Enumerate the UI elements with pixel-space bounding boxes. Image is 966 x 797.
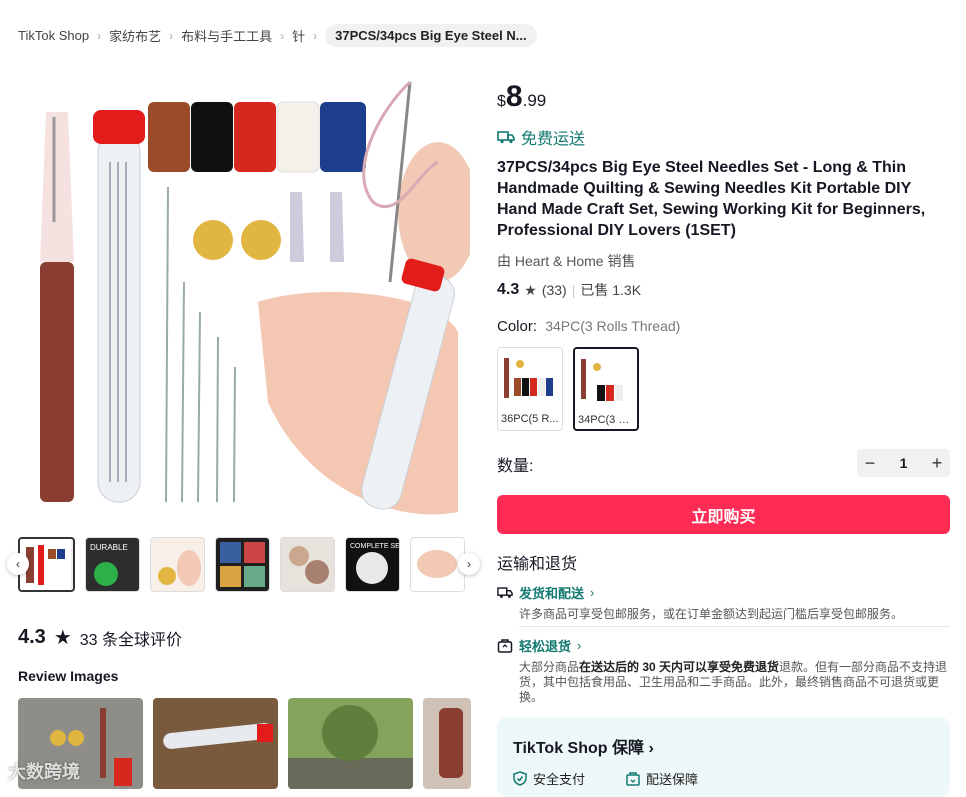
delivery-description: 许多商品可享受包邮服务，或在订单金额达到起运门槛后享受包邮服务。 bbox=[519, 607, 904, 621]
svg-text:DURABLE: DURABLE bbox=[90, 543, 128, 552]
chevron-right-icon: › bbox=[97, 28, 102, 43]
thumbnail[interactable] bbox=[280, 537, 335, 592]
shipping-returns-title: 运输和退货 bbox=[497, 556, 578, 573]
guarantee-item-label: 配送保障 bbox=[646, 772, 699, 787]
chevron-right-icon: › bbox=[590, 585, 595, 600]
delivery-section: 发货和配送 › 许多商品可享受包邮服务，或在订单金额达到起运门槛后享受包邮服务。 bbox=[497, 583, 950, 622]
thumbnail[interactable] bbox=[150, 537, 205, 592]
review-image[interactable] bbox=[153, 698, 278, 789]
package-icon bbox=[626, 771, 640, 786]
quantity-label: 数量: bbox=[497, 458, 534, 475]
guarantee-title: TikTok Shop 保障 › bbox=[513, 734, 654, 758]
quantity-value[interactable]: 1 bbox=[900, 455, 908, 471]
returns-description: 大部分商品在送达后的 30 天内可以享受免费退货退款。但有一部分商品不支持退货，… bbox=[519, 660, 950, 705]
rating-score: 4.3 bbox=[18, 626, 46, 648]
thumbnail[interactable]: DURABLE bbox=[85, 537, 140, 592]
color-label: Color: bbox=[497, 318, 538, 335]
truck-icon bbox=[497, 587, 513, 598]
star-icon: ★ bbox=[53, 627, 72, 649]
chevron-left-icon[interactable]: ‹ bbox=[7, 553, 29, 575]
buy-now-button[interactable]: 立即购买 bbox=[497, 495, 950, 534]
review-images-title: Review Images bbox=[18, 668, 119, 684]
divider: | bbox=[571, 282, 576, 298]
truck-icon bbox=[497, 131, 515, 144]
price-integer: 8 bbox=[505, 80, 523, 113]
product-title: 37PCS/34pcs Big Eye Steel Needles Set - … bbox=[497, 159, 926, 239]
free-shipping-label: 免费运送 bbox=[521, 131, 586, 148]
chevron-right-icon[interactable]: › bbox=[458, 553, 480, 575]
thumbnail-strip: DURABLE COMPLETE SET bbox=[18, 537, 470, 592]
chevron-right-icon: › bbox=[313, 28, 318, 43]
svg-text:COMPLETE SET: COMPLETE SET bbox=[350, 543, 399, 550]
plus-button[interactable]: + bbox=[924, 453, 950, 474]
returns-link[interactable]: 轻松退货 › bbox=[497, 636, 950, 655]
breadcrumb: TikTok Shop › 家纺布艺 › 布料与手工工具 › 针 › 37PCS… bbox=[18, 24, 537, 47]
price-decimal: .99 bbox=[522, 91, 547, 110]
variant-label: 36PC(5 R... bbox=[501, 413, 559, 425]
seller-name[interactable]: 由 Heart & Home 销售 bbox=[497, 251, 635, 271]
guarantee-title-text: TikTok Shop 保障 bbox=[513, 740, 644, 757]
rating-count: (33) bbox=[541, 282, 567, 298]
breadcrumb-current: 37PCS/34pcs Big Eye Steel N... bbox=[325, 24, 537, 47]
review-image[interactable] bbox=[423, 698, 471, 789]
divider bbox=[519, 626, 950, 627]
breadcrumb-item[interactable]: 针 bbox=[292, 26, 305, 45]
delivery-link[interactable]: 发货和配送 › bbox=[497, 583, 950, 602]
star-icon: ★ bbox=[524, 281, 537, 298]
watermark: 大数跨境 bbox=[8, 762, 80, 782]
review-image[interactable] bbox=[288, 698, 413, 789]
color-value: 34PC(3 Rolls Thread) bbox=[545, 318, 681, 334]
price: $ 8 .99 bbox=[497, 80, 546, 114]
returns-section: 轻松退货 › 大部分商品在送达后的 30 天内可以享受免费退货退款。但有一部分商… bbox=[497, 636, 950, 705]
price-currency: $ bbox=[497, 93, 506, 110]
breadcrumb-item[interactable]: TikTok Shop bbox=[18, 28, 89, 43]
main-product-image[interactable] bbox=[18, 72, 470, 524]
review-images bbox=[18, 698, 471, 789]
variant-label: 34PC(3 R... bbox=[578, 414, 636, 426]
shop-guarantee-card[interactable]: TikTok Shop 保障 › 安全支付 配送保障 bbox=[497, 717, 950, 797]
free-shipping: 免费运送 bbox=[497, 125, 585, 149]
chevron-right-icon: › bbox=[280, 28, 285, 43]
returns-desc-bold: 在送达后的 30 天内可以享受免费退货 bbox=[579, 660, 780, 674]
guarantee-item: 安全支付 bbox=[513, 769, 585, 788]
returns-desc-pre: 大部分商品 bbox=[519, 660, 580, 674]
guarantee-item: 配送保障 bbox=[626, 769, 698, 788]
minus-button[interactable]: − bbox=[857, 453, 883, 474]
chevron-right-icon: › bbox=[169, 28, 174, 43]
variant-option[interactable]: 36PC(5 R... bbox=[497, 347, 563, 431]
rating-score: 4.3 bbox=[497, 281, 520, 298]
thumbnail[interactable] bbox=[215, 537, 270, 592]
breadcrumb-item[interactable]: 家纺布艺 bbox=[109, 26, 161, 45]
breadcrumb-item[interactable]: 布料与手工工具 bbox=[181, 26, 272, 45]
review-count: 33 条全球评价 bbox=[79, 631, 182, 649]
chevron-right-icon: › bbox=[577, 638, 582, 653]
variant-option-selected[interactable]: 34PC(3 R... bbox=[573, 347, 639, 431]
rating-summary: 4.3 ★ 33 条全球评价 bbox=[18, 625, 182, 650]
shield-icon bbox=[513, 771, 527, 786]
delivery-heading: 发货和配送 bbox=[519, 586, 585, 601]
color-line: Color: 34PC(3 Rolls Thread) bbox=[497, 318, 680, 335]
quantity-stepper: − 1 + bbox=[857, 449, 950, 477]
rating-line[interactable]: 4.3 ★ (33) | 已售 1.3K bbox=[497, 280, 641, 300]
return-box-icon bbox=[497, 638, 513, 653]
guarantee-item-label: 安全支付 bbox=[533, 772, 586, 787]
returns-heading: 轻松退货 bbox=[519, 639, 572, 654]
variant-options: 36PC(5 R... 34PC(3 R... bbox=[497, 347, 639, 431]
chevron-right-icon: › bbox=[648, 740, 654, 757]
thumbnail[interactable]: COMPLETE SET bbox=[345, 537, 400, 592]
thumbnail[interactable] bbox=[410, 537, 465, 592]
sold-count: 已售 1.3K bbox=[580, 282, 642, 298]
